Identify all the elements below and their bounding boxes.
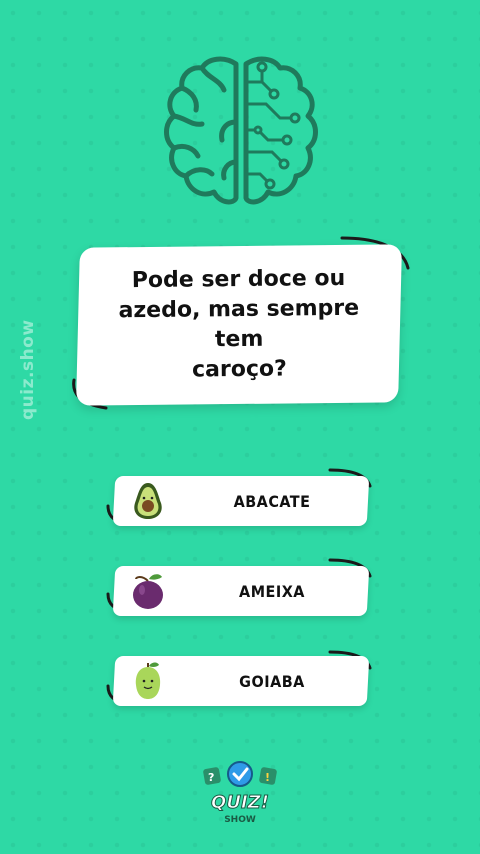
answer-label: ABACATE bbox=[233, 491, 311, 511]
avocado-icon bbox=[134, 483, 162, 519]
quiz-show-logo: ? ! QUIZ! SHOW bbox=[203, 761, 277, 825]
answer-label: AMEIXA bbox=[239, 581, 305, 601]
brain-icon bbox=[164, 56, 318, 205]
question-line: Pode ser doce ou bbox=[131, 265, 346, 294]
svg-text:!: ! bbox=[265, 771, 270, 784]
guava-icon bbox=[135, 662, 161, 699]
svg-text:?: ? bbox=[208, 771, 214, 784]
answer-option-abacate[interactable]: ABACATE bbox=[112, 476, 370, 526]
watermark-text: quiz.show bbox=[18, 319, 38, 420]
question-line: azedo, mas sempre tem bbox=[118, 295, 360, 353]
question-line: caroço? bbox=[191, 356, 288, 383]
plum-icon bbox=[133, 574, 163, 609]
logo-subtext: SHOW bbox=[224, 815, 256, 825]
answer-option-ameixa[interactable]: AMEIXA bbox=[112, 566, 370, 616]
logo-text: QUIZ! bbox=[211, 792, 269, 813]
answer-option-goiaba[interactable]: GOIABA bbox=[112, 656, 370, 706]
answer-label: GOIABA bbox=[239, 671, 305, 691]
question-text: Pode ser doce ou azedo, mas sempre tem c… bbox=[103, 264, 374, 387]
question-card: Pode ser doce ou azedo, mas sempre tem c… bbox=[76, 244, 402, 406]
